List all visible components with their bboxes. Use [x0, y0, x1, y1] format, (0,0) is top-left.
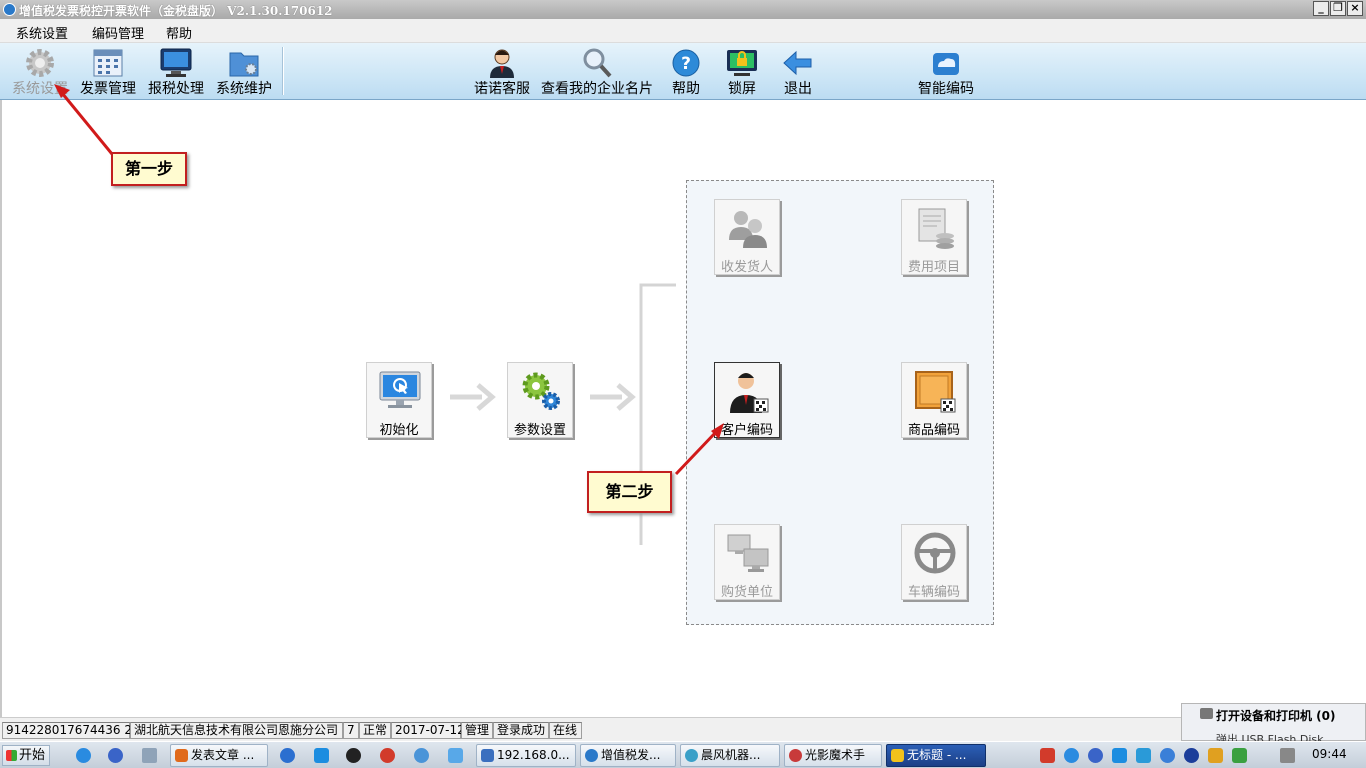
- step2-callout: 第二步: [587, 471, 672, 513]
- annotation-arrows: [54, 84, 724, 476]
- task-label: 增值税发...: [601, 748, 661, 762]
- antivirus-icon[interactable]: [1232, 748, 1247, 763]
- qq-icon[interactable]: [346, 748, 361, 763]
- task-label: 光影魔术手: [805, 748, 866, 762]
- app-shortcut-icon[interactable]: [414, 748, 429, 763]
- popup-subtitle: 弹出 USB Flash Disk: [1216, 733, 1324, 741]
- tray-icon[interactable]: [1040, 748, 1055, 763]
- media-player-icon[interactable]: [108, 748, 123, 763]
- robot-app-icon: [685, 749, 698, 762]
- task-item-active[interactable]: 无标题 - ...: [886, 744, 986, 767]
- app-shortcut-icon[interactable]: [314, 748, 329, 763]
- status-company: 湖北航天信息技术有限公司恩施分公司: [130, 722, 343, 739]
- status-login: 登录成功: [493, 722, 549, 739]
- status-date: 2017-07-12: [391, 722, 465, 739]
- app-shortcut-icon[interactable]: [380, 748, 395, 763]
- task-label: 发表文章 ...: [191, 748, 255, 762]
- paint-icon: [891, 749, 904, 762]
- tray-icon[interactable]: [1160, 748, 1175, 763]
- calculator-icon[interactable]: [142, 748, 157, 763]
- ie-icon[interactable]: [76, 748, 91, 763]
- tray-popup[interactable]: 打开设备和打印机 (0) 弹出 USB Flash Disk: [1181, 703, 1366, 741]
- task-item[interactable]: 发表文章 ...: [170, 744, 268, 767]
- status-bar: 914228017674436 24X.0 湖北航天信息技术有限公司恩施分公司 …: [0, 717, 1366, 741]
- status-state: 正常: [359, 722, 391, 739]
- tray-icon[interactable]: [1136, 748, 1151, 763]
- task-item[interactable]: 光影魔术手: [784, 744, 882, 767]
- photo-app-icon: [789, 749, 802, 762]
- app-shortcut-icon[interactable]: [448, 748, 463, 763]
- tray-icon[interactable]: [1088, 748, 1103, 763]
- start-label: 开始: [19, 748, 46, 763]
- task-label: 192.168.0...: [497, 748, 570, 762]
- app-shortcut-icon[interactable]: [280, 748, 295, 763]
- taskbar: 开始 发表文章 ... 192.168.0... 增值税发... 晨风机器...…: [0, 741, 1366, 768]
- task-item[interactable]: 晨风机器...: [680, 744, 780, 767]
- clock: 09:44: [1312, 747, 1347, 761]
- task-label: 晨风机器...: [701, 748, 761, 762]
- step1-arrow: [54, 84, 114, 155]
- windows-logo-icon: [6, 750, 17, 761]
- firefox-icon: [175, 749, 188, 762]
- tray-icon[interactable]: [1184, 748, 1199, 763]
- tray-icon[interactable]: [1208, 748, 1223, 763]
- invoice-app-icon: [585, 749, 598, 762]
- step1-callout: 第一步: [111, 152, 187, 186]
- remote-desktop-icon: [481, 749, 494, 762]
- task-item[interactable]: 192.168.0...: [476, 744, 576, 767]
- status-role: 管理: [461, 722, 493, 739]
- task-item[interactable]: 增值税发...: [580, 744, 676, 767]
- volume-icon[interactable]: [1280, 748, 1295, 763]
- printer-icon: [1200, 708, 1213, 719]
- task-label: 无标题 - ...: [907, 748, 967, 762]
- status-number: 7: [343, 722, 359, 739]
- status-online: 在线: [549, 722, 582, 739]
- tray-icon[interactable]: [1064, 748, 1079, 763]
- shield-icon[interactable]: [1112, 748, 1127, 763]
- start-button[interactable]: 开始: [2, 745, 50, 766]
- step2-arrow: [674, 423, 724, 476]
- status-tax-id: 914228017674436 24X.0: [2, 722, 159, 739]
- popup-title: 打开设备和打印机 (0): [1216, 709, 1336, 723]
